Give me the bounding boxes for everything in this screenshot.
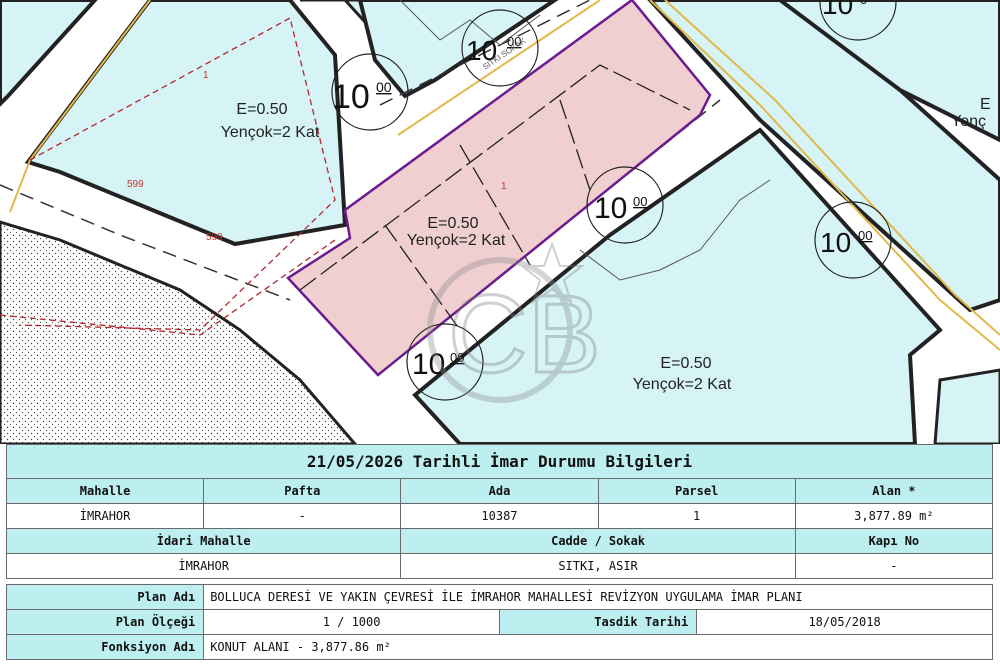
info-title: 21/05/2026 Tarihli İmar Durumu Bilgileri (6, 444, 993, 479)
header-alan: Alan * (794, 478, 994, 504)
zoning-info-table: 21/05/2026 Tarihli İmar Durumu Bilgileri… (5, 444, 994, 579)
zone-density: E (980, 96, 991, 113)
label-tasdik-tarihi: Tasdik Tarihi (498, 609, 698, 635)
block-right-bottom (933, 368, 1000, 444)
value-tasdik-tarihi: 18/05/2018 (696, 609, 993, 635)
header-kapi-no: Kapı No (794, 528, 994, 554)
header-idari-mahalle: İdari Mahalle (5, 528, 402, 554)
road-width-decimal: 0 (860, 0, 867, 7)
label-plan-adi: Plan Adı (5, 584, 205, 610)
header-parsel: Parsel (597, 478, 796, 504)
zoning-map[interactable]: 10 00 10 00 10 00 10 00 10 00 10 0 E=0.5… (0, 0, 1000, 444)
value-idari-mahalle: İMRAHOR (5, 553, 402, 579)
zone-density: E=0.50 (660, 355, 711, 372)
plan-info-panel: Plan Adı BOLLUCA DERESİ VE YAKIN ÇEVRESİ… (5, 584, 993, 660)
value-ada: 10387 (400, 503, 599, 529)
header-cadde-sokak: Cadde / Sokak (400, 528, 796, 554)
value-kapi-no: - (794, 553, 994, 579)
zone-height: Yençok=2 Kat (407, 232, 506, 249)
label-fonksiyon-adi: Fonksiyon Adı (5, 634, 205, 660)
zone-density: E=0.50 (427, 215, 478, 232)
watermark-text: CB (448, 273, 601, 396)
value-fonksiyon-adi: KONUT ALANI - 3,877.86 m² (203, 634, 993, 660)
zone-density: E=0.50 (236, 101, 287, 118)
value-plan-adi: BOLLUCA DERESİ VE YAKIN ÇEVRESİ İLE İMRA… (203, 584, 993, 610)
zone-height: Yençok=2 Kat (633, 376, 732, 393)
header-ada: Ada (400, 478, 599, 504)
road-width-value: 10 (332, 78, 370, 116)
parcel-number: 1 (501, 181, 507, 192)
road-width-value: 10 (822, 0, 853, 20)
road-width-decimal: 00 (376, 79, 392, 95)
road-width-value: 10 (594, 192, 627, 225)
zone-height: Yenç (951, 113, 986, 130)
parcel-number: 599 (206, 232, 223, 243)
value-alan: 3,877.89 m² (794, 503, 994, 529)
value-pafta: - (203, 503, 402, 529)
road-width-decimal: 00 (858, 228, 872, 243)
value-cadde-sokak: SITKI, ASIR (400, 553, 796, 579)
zoning-info-panel: 21/05/2026 Tarihli İmar Durumu Bilgileri… (5, 444, 994, 579)
header-pafta: Pafta (203, 478, 402, 504)
plan-info-table: Plan Adı BOLLUCA DERESİ VE YAKIN ÇEVRESİ… (5, 584, 993, 660)
header-mahalle: Mahalle (5, 478, 205, 504)
parcel-number: 599 (127, 179, 144, 190)
value-parsel: 1 (597, 503, 796, 529)
zone-height: Yençok=2 Kat (221, 124, 320, 141)
label-plan-olcegi: Plan Ölçeği (5, 609, 205, 635)
value-plan-olcegi: 1 / 1000 (203, 609, 500, 635)
map-canvas: 10 00 10 00 10 00 10 00 10 00 10 0 E=0.5… (0, 0, 1000, 444)
value-mahalle: İMRAHOR (5, 503, 205, 529)
road-width-decimal: 00 (633, 194, 647, 209)
road-width-value: 10 (820, 227, 851, 258)
parcel-number: 1 (203, 70, 209, 81)
